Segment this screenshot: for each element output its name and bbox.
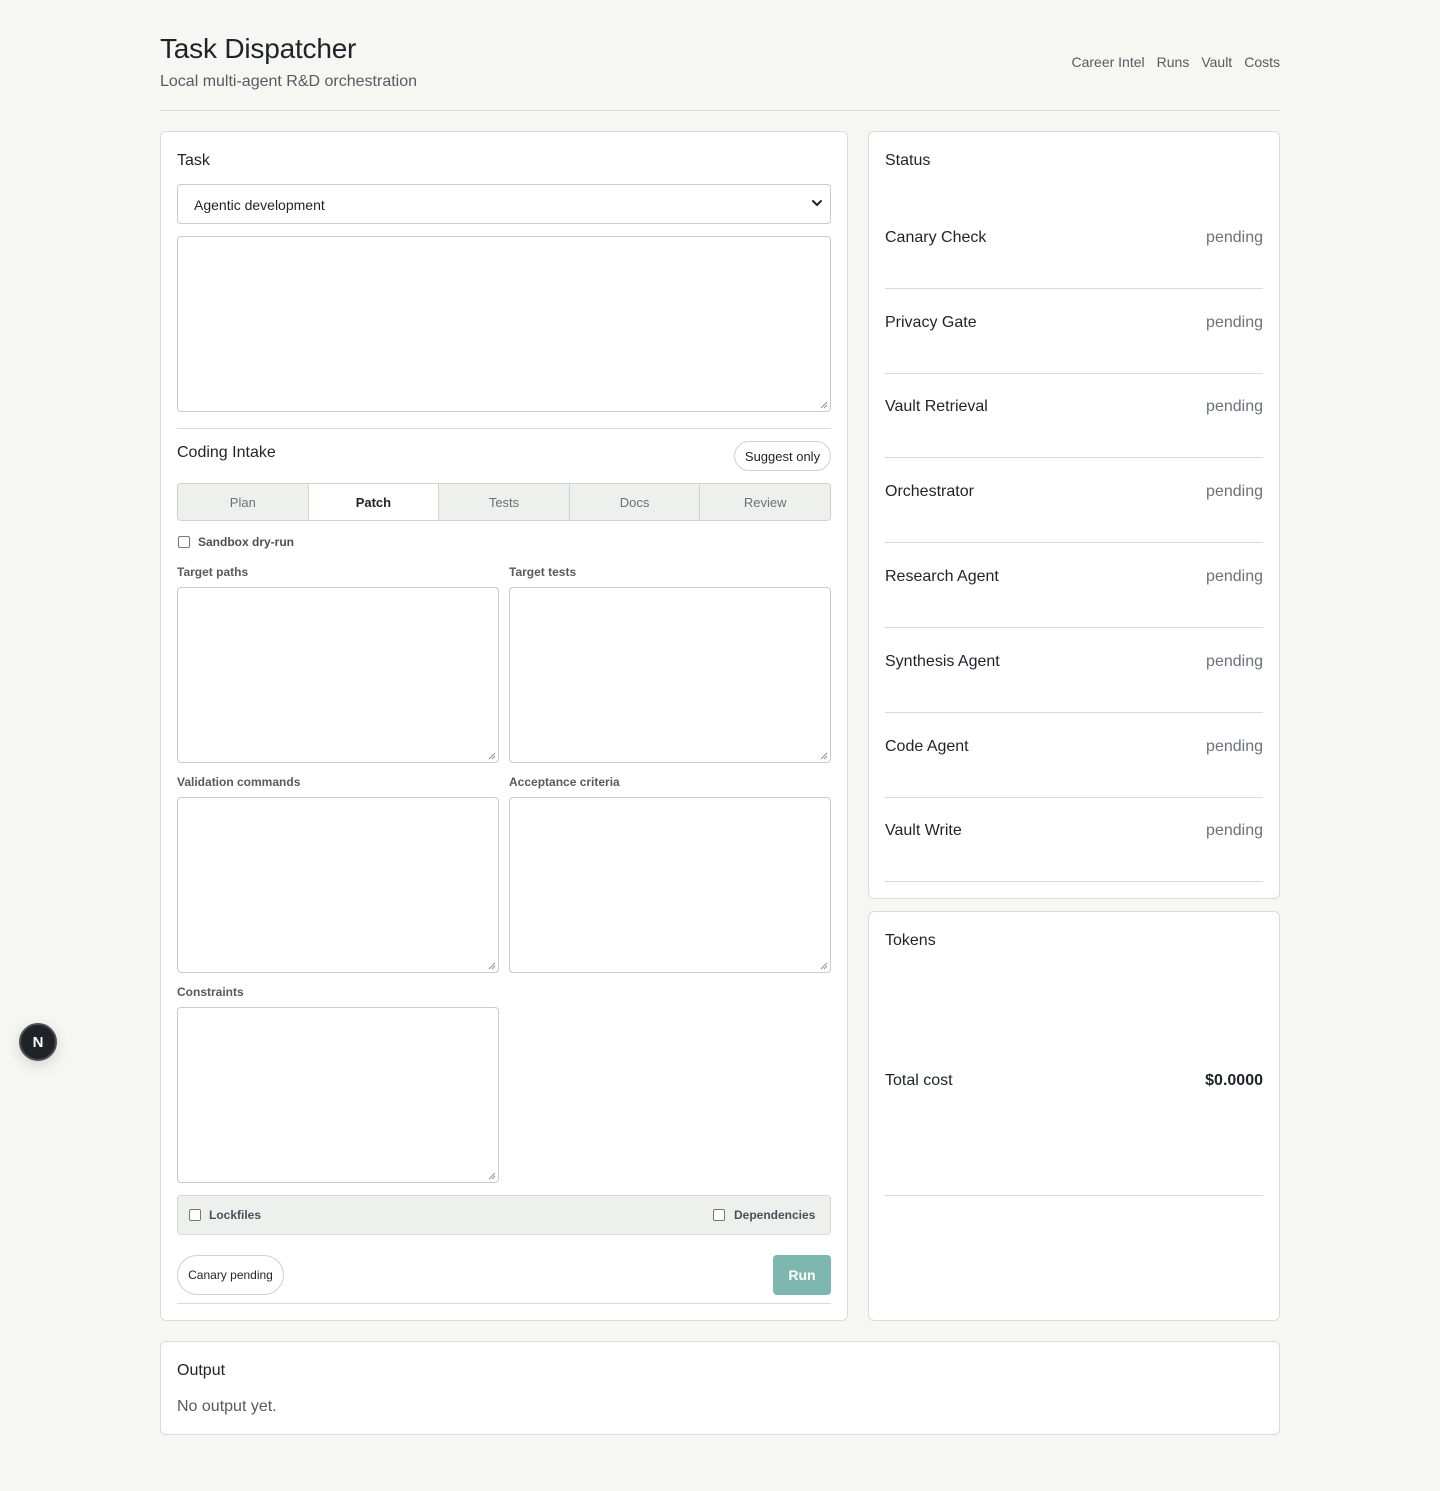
suggest-only-button[interactable]: Suggest only — [734, 441, 831, 471]
task-prompt-textarea[interactable] — [177, 236, 831, 412]
status-step-state: pending — [1206, 314, 1263, 331]
tokens-card: Tokens Total cost $0.0000 — [868, 911, 1280, 1321]
target-paths-textarea[interactable] — [177, 587, 499, 763]
tab-patch[interactable]: Patch — [308, 484, 440, 520]
divider — [177, 428, 831, 429]
status-step-name: Vault Retrieval — [885, 398, 988, 415]
output-card-title: Output — [177, 1362, 226, 1379]
status-step-name: Canary Check — [885, 229, 987, 246]
status-card: Status Canary Check pending Privacy Gate… — [868, 131, 1280, 899]
dependencies-checkbox[interactable] — [713, 1209, 725, 1221]
tab-plan[interactable]: Plan — [178, 484, 309, 520]
lockfiles-label: Lockfiles — [209, 1208, 262, 1222]
target-paths-label: Target paths — [177, 565, 249, 579]
resize-grip-icon[interactable] — [488, 1172, 496, 1180]
resize-grip-icon[interactable] — [488, 752, 496, 760]
status-step-state: pending — [1206, 738, 1263, 755]
sandbox-dry-run-label: Sandbox dry-run — [198, 535, 295, 549]
nav-link-vault[interactable]: Vault — [1201, 54, 1232, 70]
task-card: Task Agentic development Coding Intake S… — [160, 131, 848, 1321]
page-header: Task Dispatcher Local multi-agent R&D or… — [160, 0, 1280, 111]
nav-link-runs[interactable]: Runs — [1157, 54, 1190, 70]
dev-tools-badge[interactable]: N — [19, 1023, 57, 1061]
status-step-state: pending — [1206, 483, 1263, 500]
task-type-select[interactable]: Agentic development — [177, 184, 831, 224]
status-row: Code Agent pending — [885, 713, 1263, 798]
page-subtitle: Local multi-agent R&D orchestration — [160, 73, 418, 90]
status-step-name: Synthesis Agent — [885, 653, 1000, 670]
target-tests-label: Target tests — [509, 565, 577, 579]
status-step-state: pending — [1206, 229, 1263, 246]
tab-review[interactable]: Review — [700, 484, 830, 520]
file-guard-bar: Lockfiles Dependencies — [177, 1195, 831, 1235]
status-step-name: Privacy Gate — [885, 314, 977, 331]
divider — [885, 1195, 1263, 1196]
resize-grip-icon[interactable] — [488, 962, 496, 970]
task-card-title: Task — [177, 152, 210, 169]
status-step-state: pending — [1206, 398, 1263, 415]
coding-intake-title: Coding Intake — [177, 444, 276, 461]
constraints-label: Constraints — [177, 985, 244, 999]
tokens-card-title: Tokens — [885, 932, 936, 949]
output-card: Output No output yet. — [160, 1341, 1280, 1435]
lockfiles-checkbox[interactable] — [189, 1209, 201, 1221]
validation-commands-label: Validation commands — [177, 775, 301, 789]
status-step-name: Orchestrator — [885, 483, 974, 500]
constraints-textarea[interactable] — [177, 1007, 499, 1183]
page: Task Dispatcher Local multi-agent R&D or… — [160, 0, 1280, 1435]
status-row: Synthesis Agent pending — [885, 628, 1263, 713]
tab-docs[interactable]: Docs — [570, 484, 701, 520]
status-step-name: Research Agent — [885, 568, 999, 585]
resize-grip-icon[interactable] — [820, 401, 828, 409]
status-step-name: Vault Write — [885, 822, 962, 839]
status-row: Canary Check pending — [885, 204, 1263, 289]
dependencies-label: Dependencies — [734, 1208, 816, 1222]
target-tests-textarea[interactable] — [509, 587, 831, 763]
chevron-down-icon — [812, 200, 822, 206]
run-button[interactable]: Run — [773, 1255, 831, 1295]
total-cost-label: Total cost — [885, 1072, 953, 1089]
acceptance-criteria-textarea[interactable] — [509, 797, 831, 973]
status-step-name: Code Agent — [885, 738, 969, 755]
status-card-title: Status — [885, 152, 931, 169]
top-nav: Career Intel Runs Vault Costs — [1071, 54, 1280, 70]
total-cost-value: $0.0000 — [1205, 1072, 1263, 1089]
status-row: Orchestrator pending — [885, 458, 1263, 543]
status-step-state: pending — [1206, 653, 1263, 670]
status-row: Privacy Gate pending — [885, 289, 1263, 374]
status-row: Research Agent pending — [885, 543, 1263, 628]
canary-status-badge: Canary pending — [177, 1255, 284, 1295]
status-row: Vault Write pending — [885, 797, 1263, 882]
resize-grip-icon[interactable] — [820, 752, 828, 760]
task-type-value: Agentic development — [194, 197, 325, 213]
nav-link-career-intel[interactable]: Career Intel — [1071, 54, 1144, 70]
status-step-state: pending — [1206, 822, 1263, 839]
validation-commands-textarea[interactable] — [177, 797, 499, 973]
acceptance-criteria-label: Acceptance criteria — [509, 775, 620, 789]
sandbox-dry-run-checkbox[interactable] — [178, 536, 190, 548]
output-text: No output yet. — [177, 1398, 277, 1415]
status-step-state: pending — [1206, 568, 1263, 585]
tab-tests[interactable]: Tests — [439, 484, 570, 520]
resize-grip-icon[interactable] — [820, 962, 828, 970]
nav-link-costs[interactable]: Costs — [1244, 54, 1280, 70]
status-row: Vault Retrieval pending — [885, 373, 1263, 458]
page-title: Task Dispatcher — [160, 33, 357, 64]
intake-mode-tabs: Plan Patch Tests Docs Review — [177, 483, 831, 521]
divider — [177, 1303, 831, 1304]
